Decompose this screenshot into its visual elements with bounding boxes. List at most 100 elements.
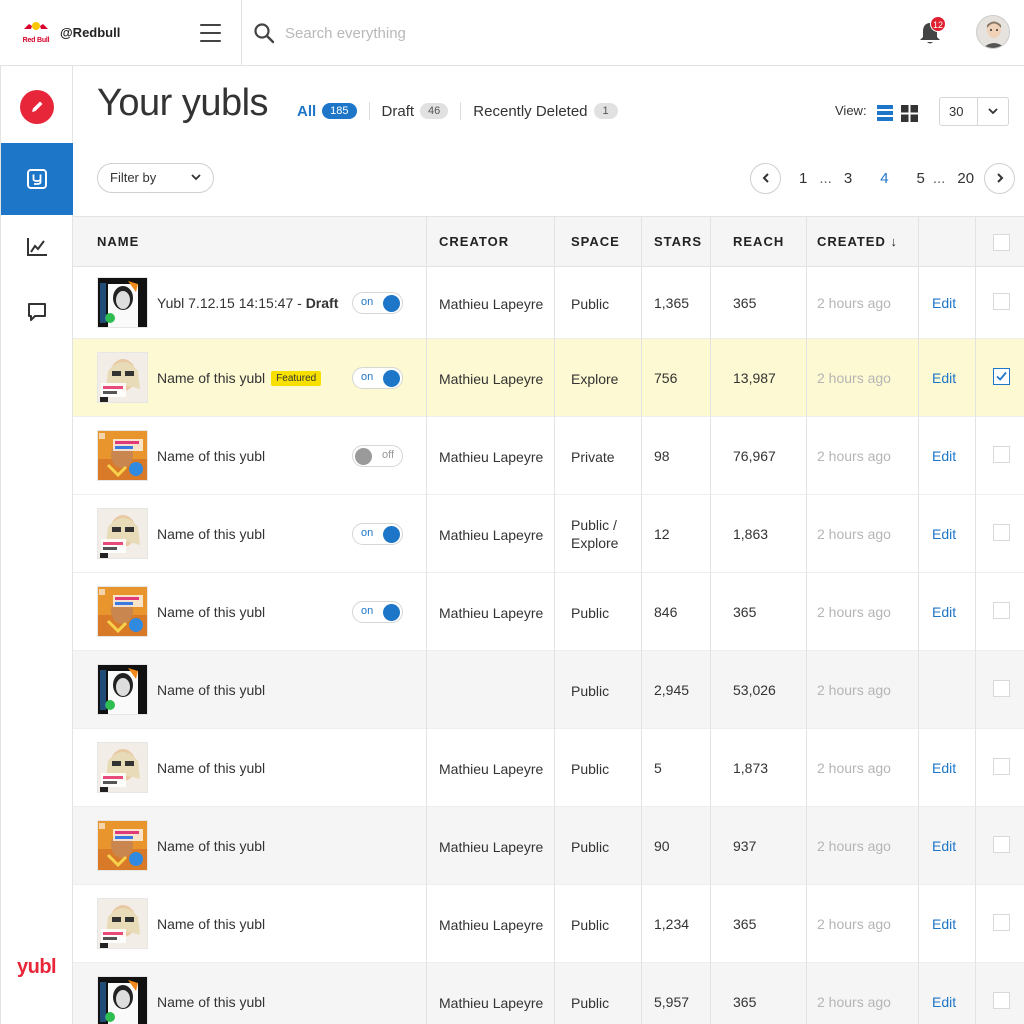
toggle-label: on: [361, 296, 374, 308]
visibility-toggle[interactable]: on: [352, 292, 403, 314]
visibility-toggle[interactable]: on: [352, 523, 403, 545]
space-cell: Public: [571, 917, 610, 933]
sidebar-item-messages[interactable]: [1, 276, 73, 348]
column-header-creator[interactable]: CREATOR: [439, 217, 509, 267]
table-row[interactable]: Name of this yubl on Mathieu Lapeyre Public…: [73, 495, 1024, 573]
name-cell[interactable]: Name of this yubl: [157, 916, 265, 932]
brand-text: Red Bull: [22, 37, 50, 44]
search-input[interactable]: [285, 21, 785, 45]
column-header-stars[interactable]: STARS: [654, 217, 702, 267]
tab-recently-deleted[interactable]: Recently Deleted 1: [473, 103, 618, 120]
row-checkbox[interactable]: [993, 836, 1010, 853]
table-row[interactable]: Name of this yubl off Mathieu Lapeyre Priva…: [73, 417, 1024, 495]
stars-cell: 98: [654, 448, 670, 464]
visibility-toggle[interactable]: off: [352, 445, 403, 467]
row-checkbox[interactable]: [993, 446, 1010, 463]
edit-link[interactable]: Edit: [932, 604, 956, 620]
page-link[interactable]: 1: [795, 170, 811, 187]
name-cell[interactable]: Name of this yubl: [157, 526, 265, 542]
row-checkbox[interactable]: [993, 992, 1010, 1009]
yubl-thumbnail[interactable]: [97, 898, 148, 949]
filter-dropdown[interactable]: Filter by: [97, 163, 214, 193]
name-cell[interactable]: Name of this yubl Featured: [157, 370, 322, 386]
row-checkbox[interactable]: [993, 914, 1010, 931]
reach-cell: 365: [733, 916, 757, 932]
edit-link[interactable]: Edit: [932, 295, 956, 311]
name-cell[interactable]: Name of this yubl: [157, 838, 265, 854]
table-row[interactable]: Yubl 7.12.15 14:15:47 - Draft on Mathieu L…: [73, 267, 1024, 339]
avatar[interactable]: [976, 15, 1010, 49]
edit-link[interactable]: Edit: [932, 370, 956, 386]
next-page-button[interactable]: [984, 162, 1016, 194]
row-checkbox[interactable]: [993, 758, 1010, 775]
visibility-toggle[interactable]: on: [352, 601, 403, 623]
prev-page-button[interactable]: [750, 162, 781, 194]
edit-link[interactable]: Edit: [932, 448, 956, 464]
compose-button[interactable]: [20, 90, 54, 124]
column-divider: [710, 217, 711, 1024]
yubl-thumbnail[interactable]: [97, 352, 148, 403]
page-link[interactable]: 3: [840, 170, 856, 187]
chevron-down-icon: [191, 174, 201, 181]
page-link[interactable]: 5: [913, 170, 929, 187]
name-cell[interactable]: Name of this yubl: [157, 448, 265, 464]
sidebar-item-yubls[interactable]: [1, 143, 73, 215]
table-row[interactable]: Name of this yubl Public 2,945 53,026 2 hour…: [73, 651, 1024, 729]
yubl-thumbnail[interactable]: [97, 277, 148, 328]
table-row[interactable]: Name of this yubl Mathieu Lapeyre Public 5,…: [73, 963, 1024, 1024]
space-value: Public /: [571, 517, 617, 533]
yubl-thumbnail[interactable]: [97, 820, 148, 871]
table-row[interactable]: Name of this yubl Mathieu Lapeyre Public 90…: [73, 807, 1024, 885]
name-cell[interactable]: Name of this yubl: [157, 604, 265, 620]
yubl-thumbnail[interactable]: [97, 976, 148, 1024]
account-brand[interactable]: Red Bull @Redbull: [22, 20, 120, 44]
table-row[interactable]: Name of this yubl on Mathieu Lapeyre Public…: [73, 573, 1024, 651]
yubl-thumbnail[interactable]: [97, 742, 148, 793]
column-header-reach[interactable]: REACH: [733, 217, 784, 267]
edit-link[interactable]: Edit: [932, 994, 956, 1010]
column-header-space[interactable]: SPACE: [571, 217, 620, 267]
yubl-thumbnail[interactable]: [97, 664, 148, 715]
row-checkbox[interactable]: [993, 293, 1010, 310]
toggle-knob: [383, 295, 400, 312]
edit-link[interactable]: Edit: [932, 838, 956, 854]
list-view-icon[interactable]: [877, 105, 893, 121]
page-link-current[interactable]: 4: [876, 170, 892, 187]
reach-cell: 1,873: [733, 760, 769, 776]
sidebar-item-analytics[interactable]: [1, 211, 73, 283]
chat-icon: [28, 303, 46, 321]
page-link[interactable]: 20: [953, 170, 978, 187]
row-checkbox[interactable]: [993, 680, 1010, 697]
row-checkbox[interactable]: [993, 602, 1010, 619]
table-row[interactable]: Name of this yubl Featured on Mathieu Lapey…: [73, 339, 1024, 417]
stars-cell: 1,365: [654, 295, 690, 311]
tab-all[interactable]: All 185: [297, 103, 357, 120]
yubl-thumbnail[interactable]: [97, 586, 148, 637]
name-cell[interactable]: Name of this yubl: [157, 682, 265, 698]
name-cell[interactable]: Name of this yubl: [157, 760, 265, 776]
tab-draft[interactable]: Draft 46: [382, 103, 449, 120]
table-row[interactable]: Name of this yubl Mathieu Lapeyre Public 1,…: [73, 885, 1024, 963]
table-row[interactable]: Name of this yubl Mathieu Lapeyre Public 5 1…: [73, 729, 1024, 807]
column-header-name[interactable]: NAME: [97, 217, 139, 267]
yubl-thumbnail[interactable]: [97, 430, 148, 481]
row-checkbox[interactable]: [993, 368, 1010, 385]
edit-link[interactable]: Edit: [932, 916, 956, 932]
grid-view-icon[interactable]: [901, 105, 918, 122]
pagination: 1 ... 3 4 5 ... 20: [750, 162, 1016, 194]
column-header-created[interactable]: CREATED ↓: [817, 217, 898, 267]
row-checkbox[interactable]: [993, 524, 1010, 541]
creator-cell: Mathieu Lapeyre: [439, 761, 544, 777]
edit-link[interactable]: Edit: [932, 760, 956, 776]
per-page-select[interactable]: 30: [939, 97, 1009, 126]
yubl-thumbnail[interactable]: [97, 508, 148, 559]
menu-icon[interactable]: [200, 24, 221, 42]
select-all-checkbox[interactable]: [993, 234, 1010, 251]
visibility-toggle[interactable]: on: [352, 367, 403, 389]
edit-link[interactable]: Edit: [932, 526, 956, 542]
name-cell[interactable]: Yubl 7.12.15 14:15:47 - Draft: [157, 295, 338, 311]
name-cell[interactable]: Name of this yubl: [157, 994, 265, 1010]
sidebar-item-compose[interactable]: [1, 71, 73, 143]
created-cell: 2 hours ago: [817, 295, 891, 311]
stars-cell: 90: [654, 838, 670, 854]
